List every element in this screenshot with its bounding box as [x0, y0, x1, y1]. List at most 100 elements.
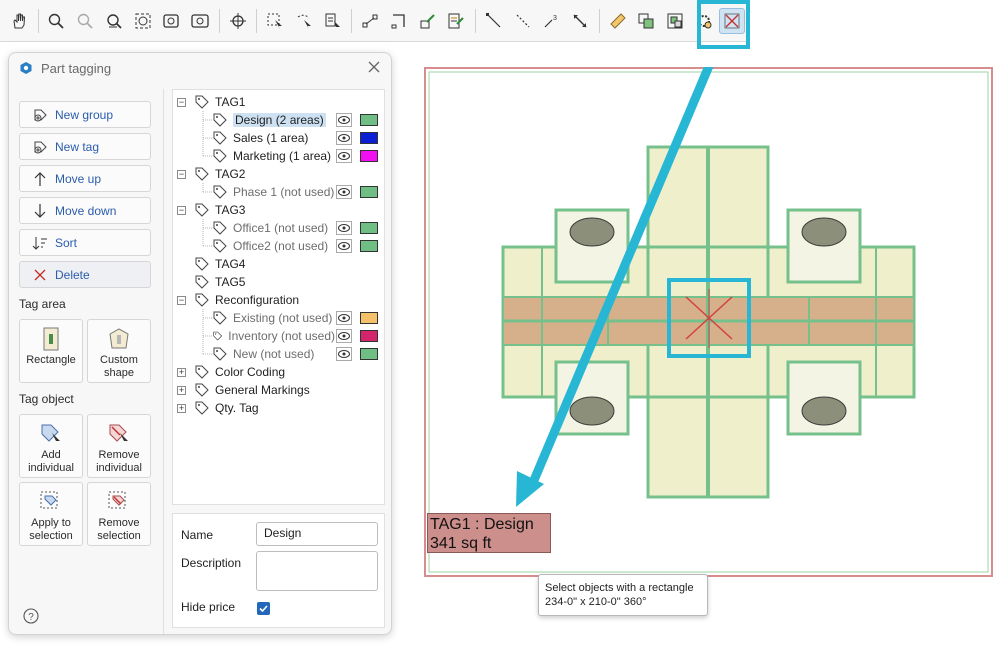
description-label: Description [181, 556, 242, 570]
tree-item-existing[interactable]: Existing (not used) [213, 309, 332, 327]
visibility-eye-icon[interactable] [336, 239, 352, 253]
remove-individual-tile[interactable]: Remove individual [87, 414, 151, 478]
visibility-eye-icon[interactable] [336, 185, 352, 199]
name-field[interactable]: Design [256, 522, 378, 546]
tag-icon [195, 203, 209, 217]
collapse-icon[interactable]: − [177, 205, 186, 215]
tree-group-qty-tag[interactable]: + Qty. Tag [177, 399, 259, 417]
snap-icon[interactable] [225, 8, 251, 34]
color-swatch[interactable] [360, 186, 378, 198]
tree-item-marketing[interactable]: Marketing (1 area) [213, 147, 331, 165]
toolbar-separator [598, 8, 600, 33]
tree-label: TAG3 [215, 203, 246, 217]
tree-group-tag3[interactable]: − TAG3 [177, 201, 245, 219]
tag-icon [195, 167, 209, 181]
tree-group-tag4[interactable]: TAG4 [195, 255, 245, 273]
visibility-eye-icon[interactable] [336, 131, 352, 145]
select-tool-icon[interactable] [320, 8, 346, 34]
tree-group-tag1[interactable]: − TAG1 [177, 93, 245, 111]
tree-label: Phase 1 (not used) [233, 185, 335, 199]
tree-item-office1[interactable]: Office1 (not used) [213, 219, 328, 237]
visibility-eye-icon[interactable] [336, 329, 352, 343]
tree-group-tag2[interactable]: − TAG2 [177, 165, 245, 183]
zoom-window-icon[interactable] [101, 8, 127, 34]
point-icon[interactable]: 3 [538, 8, 564, 34]
custom-shape-tile[interactable]: Custom shape [87, 319, 151, 383]
dashed-line-icon[interactable] [510, 8, 536, 34]
zoom-previous-icon[interactable] [158, 8, 184, 34]
expand-icon[interactable]: + [177, 403, 186, 413]
sort-label: Sort [55, 235, 78, 250]
color-swatch[interactable] [360, 330, 378, 342]
toolbar: 3 [0, 0, 748, 42]
new-tag-button[interactable]: New tag [19, 133, 151, 160]
line-icon[interactable] [481, 8, 507, 34]
tree-group-general-markings[interactable]: + General Markings [177, 381, 310, 399]
tree-label: TAG2 [215, 167, 246, 181]
select-objects-rectangle-icon[interactable] [719, 7, 746, 34]
collapse-icon[interactable]: − [177, 169, 186, 179]
dimension-angle-icon[interactable] [386, 8, 412, 34]
panel-title-bar[interactable]: Part tagging [9, 53, 391, 83]
copy-icon[interactable] [633, 8, 659, 34]
move-down-button[interactable]: Move down [19, 197, 151, 224]
visibility-eye-icon[interactable] [336, 149, 352, 163]
color-swatch[interactable] [360, 312, 378, 324]
tree-item-design[interactable]: Design (2 areas) [213, 111, 326, 129]
select-lasso-icon[interactable] [291, 8, 317, 34]
tree-label: Design (2 areas) [233, 113, 326, 127]
zoom-extents-icon[interactable] [130, 8, 156, 34]
edit-dims-icon[interactable] [443, 8, 469, 34]
hand-icon[interactable] [6, 8, 32, 34]
color-swatch[interactable] [360, 348, 378, 360]
tree-group-color-coding[interactable]: + Color Coding [177, 363, 285, 381]
tag-object-heading: Tag object [19, 392, 74, 406]
visibility-eye-icon[interactable] [336, 113, 352, 127]
visibility-eye-icon[interactable] [336, 221, 352, 235]
add-individual-tile[interactable]: Add individual [19, 414, 83, 478]
collapse-icon[interactable]: − [177, 295, 186, 305]
move-down-label: Move down [55, 203, 117, 218]
color-swatch[interactable] [360, 114, 378, 126]
tree-group-reconfiguration[interactable]: − Reconfiguration [177, 291, 299, 309]
zoom-in-icon[interactable] [44, 8, 70, 34]
resize-icon[interactable] [567, 8, 593, 34]
hide-price-checkbox[interactable] [257, 602, 270, 615]
edit-dimension-icon[interactable] [415, 8, 441, 34]
visibility-eye-icon[interactable] [336, 311, 352, 325]
settings-gear-icon[interactable] [691, 8, 717, 34]
color-swatch[interactable] [360, 222, 378, 234]
help-icon[interactable]: ? [23, 608, 39, 624]
description-field[interactable] [256, 551, 378, 591]
tree-item-new[interactable]: New (not used) [213, 345, 314, 363]
dimension-icon[interactable] [357, 8, 383, 34]
rectangle-tile[interactable]: Rectangle [19, 319, 83, 383]
zoom-out-icon[interactable] [72, 8, 98, 34]
custom-shape-icon [109, 328, 129, 349]
close-icon[interactable] [367, 60, 381, 74]
tree-group-tag5[interactable]: TAG5 [195, 273, 245, 291]
tree-item-phase1[interactable]: Phase 1 (not used) [213, 183, 334, 201]
ruler-icon[interactable] [605, 8, 631, 34]
color-swatch[interactable] [360, 132, 378, 144]
tree-item-office2[interactable]: Office2 (not used) [213, 237, 328, 255]
move-up-button[interactable]: Move up [19, 165, 151, 192]
toolbar-separator [256, 8, 258, 33]
delete-button[interactable]: Delete [19, 261, 151, 288]
select-rectangle-icon[interactable] [262, 8, 288, 34]
zoom-all-icon[interactable] [187, 8, 213, 34]
color-swatch[interactable] [360, 240, 378, 252]
drawing-canvas[interactable] [424, 45, 993, 577]
color-swatch[interactable] [360, 150, 378, 162]
tree-item-sales[interactable]: Sales (1 area) [213, 129, 308, 147]
expand-icon[interactable]: + [177, 367, 186, 377]
apply-to-selection-tile[interactable]: Apply to selection [19, 482, 83, 546]
tree-item-inventory[interactable]: Inventory (not used) [213, 327, 335, 345]
visibility-eye-icon[interactable] [336, 347, 352, 361]
sort-button[interactable]: Sort [19, 229, 151, 256]
group-icon[interactable] [662, 8, 688, 34]
new-group-button[interactable]: New group [19, 101, 151, 128]
collapse-icon[interactable]: − [177, 97, 186, 107]
remove-selection-tile[interactable]: Remove selection [87, 482, 151, 546]
expand-icon[interactable]: + [177, 385, 186, 395]
